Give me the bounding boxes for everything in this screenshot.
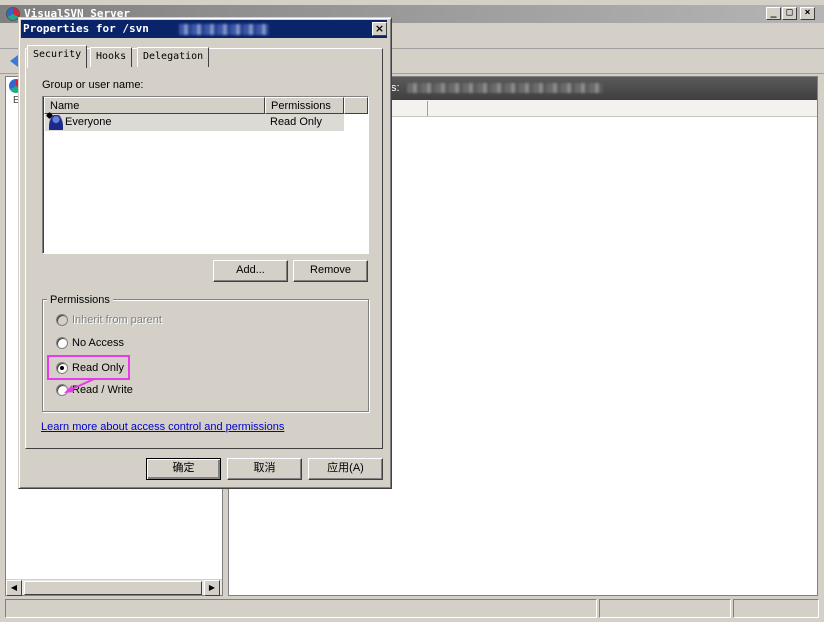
radio-inherit-from-parent bbox=[56, 314, 68, 326]
list-item-permission: Read Only bbox=[270, 116, 322, 128]
dialog-title: Properties for /svn bbox=[23, 22, 149, 35]
ok-button[interactable]: 确定 bbox=[146, 458, 221, 480]
dialog-close-button[interactable]: × bbox=[372, 22, 387, 36]
tab-delegation[interactable]: Delegation bbox=[137, 47, 210, 67]
details-header-text: s: bbox=[391, 82, 400, 94]
redacted-path bbox=[407, 83, 603, 93]
redacted-repo-name bbox=[179, 24, 269, 35]
column-separator[interactable] bbox=[427, 101, 428, 116]
users-list[interactable]: Name Permissions Everyone Read Only bbox=[42, 96, 369, 254]
status-cell-main bbox=[5, 599, 597, 618]
cancel-button[interactable]: 取消 bbox=[227, 458, 302, 480]
tree-horizontal-scrollbar[interactable]: ◀ ▶ bbox=[6, 579, 222, 596]
list-item-name: Everyone bbox=[65, 116, 112, 128]
list-item[interactable]: Everyone Read Only bbox=[45, 114, 344, 131]
minimize-button[interactable]: _ bbox=[766, 7, 781, 20]
group-user-label: Group or user name: bbox=[42, 79, 144, 91]
permissions-group-label: Permissions bbox=[47, 294, 113, 306]
column-header-permissions[interactable]: Permissions bbox=[265, 97, 344, 114]
back-arrow-icon[interactable] bbox=[10, 55, 18, 67]
column-header-name[interactable]: Name bbox=[44, 97, 265, 114]
add-button[interactable]: Add... bbox=[213, 260, 288, 282]
remove-button[interactable]: Remove bbox=[293, 260, 368, 282]
scroll-right-icon[interactable]: ▶ bbox=[204, 580, 220, 596]
radio-no-access-label[interactable]: No Access bbox=[72, 337, 124, 349]
close-window-button[interactable]: × bbox=[800, 7, 815, 20]
apply-button[interactable]: 应用(A) bbox=[308, 458, 383, 480]
radio-inherit-label: Inherit from parent bbox=[72, 314, 162, 326]
tab-hooks[interactable]: Hooks bbox=[90, 47, 133, 67]
dialog-titlebar[interactable]: Properties for /svn × bbox=[21, 20, 387, 38]
status-cell-3 bbox=[733, 599, 819, 618]
scroll-left-icon[interactable]: ◀ bbox=[6, 580, 22, 596]
scroll-thumb[interactable] bbox=[24, 581, 202, 595]
status-cell-2 bbox=[599, 599, 731, 618]
radio-no-access[interactable] bbox=[56, 337, 68, 349]
status-bar bbox=[5, 599, 819, 618]
maximize-button[interactable]: □ bbox=[782, 7, 797, 20]
tab-security[interactable]: Security bbox=[27, 45, 88, 68]
learn-more-link[interactable]: Learn more about access control and perm… bbox=[41, 421, 284, 433]
column-header-filler bbox=[344, 97, 368, 114]
annotation-arrow-icon bbox=[64, 378, 95, 393]
users-group-icon bbox=[49, 115, 63, 130]
